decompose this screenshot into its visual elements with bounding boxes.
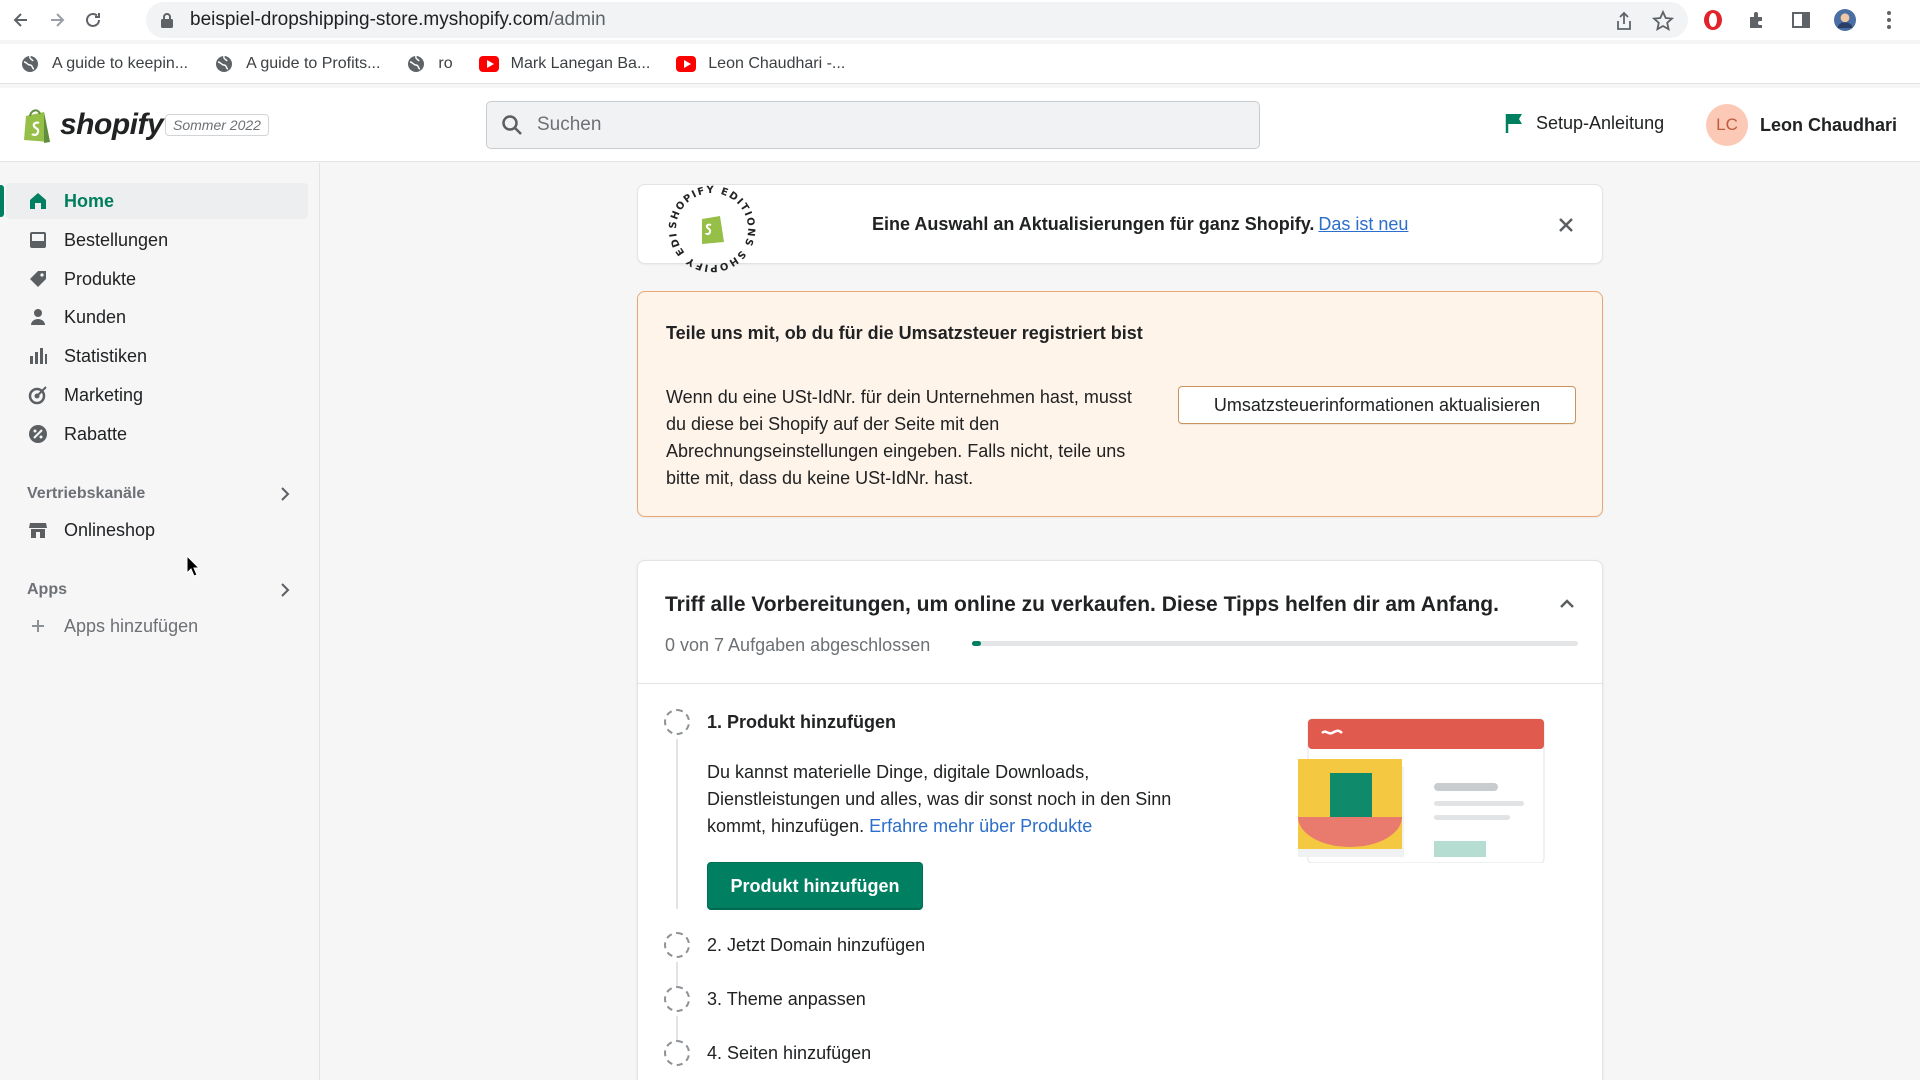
apps-heading: Apps xyxy=(27,581,67,598)
tax-notice-card: Teile uns mit, ob du für die Umsatzsteue… xyxy=(637,291,1603,517)
opera-extension-icon[interactable] xyxy=(1702,9,1724,31)
step-1-label[interactable]: 1. Produkt hinzufügen xyxy=(707,712,896,733)
add-apps-button[interactable]: Apps hinzufügen xyxy=(6,608,308,644)
sidebar-item-analytics[interactable]: Statistiken xyxy=(6,338,308,374)
sidebar-item-orders[interactable]: Bestellungen xyxy=(6,222,308,258)
bookmarks-bar: A guide to keepin... A guide to Profits.… xyxy=(0,44,1920,84)
product-illustration-icon xyxy=(1298,718,1545,863)
step-1-description: Du kannst materielle Dinge, digitale Dow… xyxy=(707,762,1172,836)
setup-tips-title: Triff alle Vorbereitungen, um online zu … xyxy=(665,593,1499,616)
task-progress-fill xyxy=(972,641,982,646)
profile-avatar-icon[interactable] xyxy=(1834,9,1856,31)
shopify-logo[interactable]: shopify xyxy=(20,106,164,144)
step-4-status-icon[interactable] xyxy=(664,1040,690,1066)
sales-channels-heading: Vertriebskanäle xyxy=(27,485,146,502)
person-icon xyxy=(28,307,48,327)
sidebar-item-customers[interactable]: Kunden xyxy=(6,299,308,335)
chevron-up-icon[interactable] xyxy=(1556,593,1578,615)
side-panel-icon[interactable] xyxy=(1790,9,1812,31)
admin-topbar: shopify Sommer 2022 Setup-Anleitung LC L… xyxy=(0,88,1920,162)
banner-message: Eine Auswahl an Aktualisierungen für gan… xyxy=(872,214,1409,234)
divider xyxy=(638,683,1602,684)
user-name: Leon Chaudhari xyxy=(1760,114,1898,135)
browser-toolbar: beispiel-dropshipping-store.myshopify.co… xyxy=(0,0,1920,40)
step-2-label[interactable]: 2. Jetzt Domain hinzufügen xyxy=(707,935,925,956)
star-icon[interactable] xyxy=(1652,10,1674,32)
setup-guide-button[interactable]: Setup-Anleitung xyxy=(1504,112,1664,134)
tax-notice-title: Teile uns mit, ob du für die Umsatzsteue… xyxy=(666,323,1143,343)
youtube-icon xyxy=(478,54,499,74)
bookmark-item[interactable]: Leon Chaudhari -... xyxy=(676,54,845,74)
step-connector xyxy=(676,1016,678,1040)
back-arrow-icon[interactable] xyxy=(6,5,36,35)
reload-icon[interactable] xyxy=(78,5,108,35)
sidebar-item-products[interactable]: Produkte xyxy=(6,261,308,297)
sidebar-item-discounts[interactable]: Rabatte xyxy=(6,416,308,452)
update-tax-info-button[interactable]: Umsatzsteuerinformationen aktualisieren xyxy=(1178,386,1576,424)
user-menu[interactable]: LC Leon Chaudhari xyxy=(1706,104,1897,146)
puzzle-icon[interactable] xyxy=(1746,9,1768,31)
store-icon xyxy=(28,520,48,540)
target-icon xyxy=(28,385,48,405)
url-text: beispiel-dropshipping-store.myshopify.co… xyxy=(190,9,606,30)
tag-icon xyxy=(28,269,48,289)
mouse-cursor-icon xyxy=(186,555,200,577)
share-icon[interactable] xyxy=(1614,11,1634,31)
tax-notice-body: Wenn du eine USt-IdNr. für dein Unterneh… xyxy=(666,387,1132,488)
search-icon xyxy=(502,115,522,135)
add-product-button[interactable]: Produkt hinzufügen xyxy=(707,862,923,910)
bookmark-item[interactable]: A guide to Profits... xyxy=(214,54,380,74)
youtube-icon xyxy=(676,54,697,74)
shopify-wordmark: shopify xyxy=(60,108,164,141)
step-3-status-icon[interactable] xyxy=(664,986,690,1012)
forward-arrow-icon[interactable] xyxy=(42,5,72,35)
globe-icon xyxy=(406,54,426,74)
learn-more-products-link[interactable]: Erfahre mehr über Produkte xyxy=(869,816,1092,836)
kebab-menu-icon[interactable] xyxy=(1878,9,1900,31)
step-1-status-icon[interactable] xyxy=(664,709,690,735)
bookmark-item[interactable]: ro xyxy=(406,54,453,74)
sidebar: Home Bestellungen Produkte Kunden Statis… xyxy=(0,163,320,1080)
step-connector xyxy=(676,739,678,909)
sidebar-item-home[interactable]: Home xyxy=(0,183,308,219)
task-progress-bar xyxy=(972,641,1578,646)
search-input[interactable] xyxy=(537,114,1237,136)
home-icon xyxy=(28,191,48,211)
editions-badge-icon: SHOPIFY EDITIONS SHOPIFY EDITIONS xyxy=(664,181,755,273)
close-icon[interactable] xyxy=(1554,213,1578,237)
globe-icon xyxy=(20,54,40,74)
sidebar-item-marketing[interactable]: Marketing xyxy=(6,377,308,413)
bar-chart-icon xyxy=(28,346,48,366)
lock-icon xyxy=(161,13,173,28)
bookmark-item[interactable]: A guide to keepin... xyxy=(20,54,188,74)
inbox-icon xyxy=(28,230,48,250)
editions-banner: SHOPIFY EDITIONS SHOPIFY EDITIONS Eine A… xyxy=(637,181,1603,273)
flag-icon xyxy=(1505,114,1522,133)
step-2-status-icon[interactable] xyxy=(664,932,690,958)
whats-new-link[interactable]: Das ist neu xyxy=(1318,214,1408,234)
shopify-bag-icon xyxy=(24,109,50,143)
edition-badge: Sommer 2022 xyxy=(165,114,269,136)
step-connector xyxy=(676,962,678,986)
step-3-label[interactable]: 3. Theme anpassen xyxy=(707,989,866,1010)
sidebar-item-onlineshop[interactable]: Onlineshop xyxy=(6,512,308,548)
setup-tips-card: Triff alle Vorbereitungen, um online zu … xyxy=(637,560,1603,1080)
address-bar[interactable]: beispiel-dropshipping-store.myshopify.co… xyxy=(146,2,1688,38)
plus-icon xyxy=(28,616,48,636)
discount-icon xyxy=(28,424,48,444)
chevron-right-icon[interactable] xyxy=(276,581,294,599)
chevron-right-icon[interactable] xyxy=(276,485,294,503)
task-progress-text: 0 von 7 Aufgaben abgeschlossen xyxy=(665,635,931,655)
step-4-label[interactable]: 4. Seiten hinzufügen xyxy=(707,1043,871,1064)
globe-icon xyxy=(214,54,234,74)
search-bar[interactable] xyxy=(486,101,1260,149)
bookmark-item[interactable]: Mark Lanegan Ba... xyxy=(478,54,650,74)
avatar: LC xyxy=(1706,104,1748,146)
